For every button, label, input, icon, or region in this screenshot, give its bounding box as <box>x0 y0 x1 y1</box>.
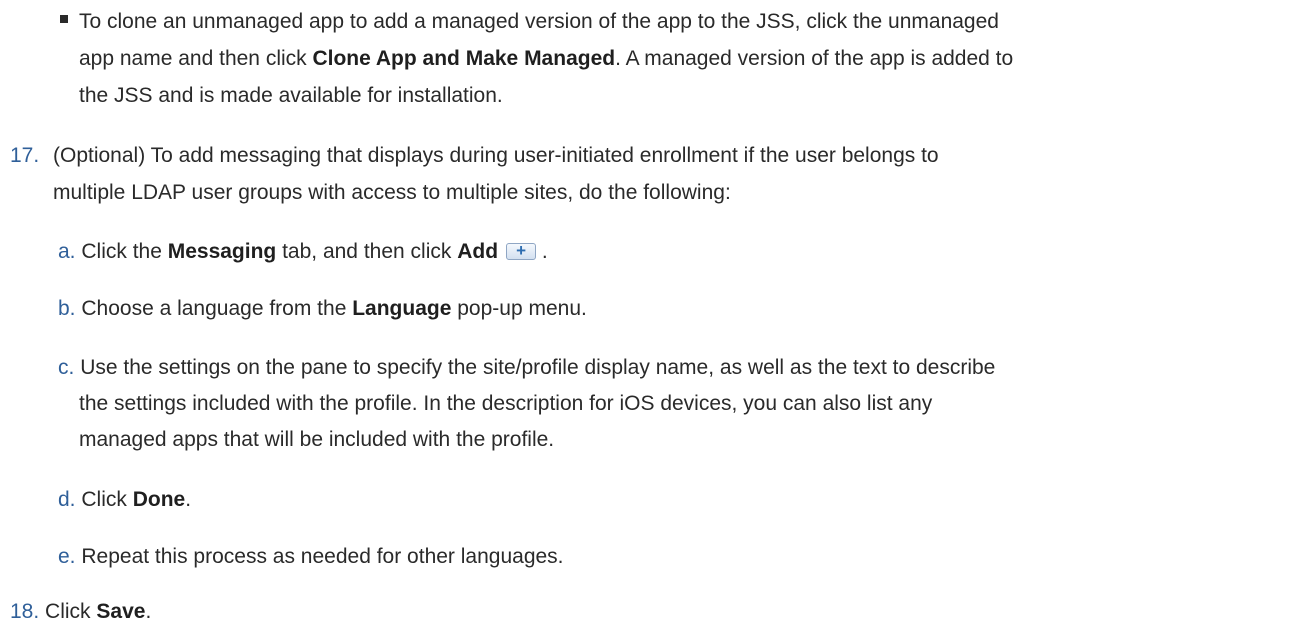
add-label: Add <box>457 240 499 263</box>
substep-letter-d: d. <box>58 488 76 511</box>
substep-c-line-1: c. Use the settings on the pane to speci… <box>58 356 996 379</box>
substep-d: d. Click Done. <box>58 488 192 511</box>
bullet-icon <box>60 15 68 23</box>
substep-c-line-3: managed apps that will be included with … <box>79 428 555 451</box>
bullet-line-3: the JSS and is made available for instal… <box>79 84 503 107</box>
step-number-18: 18. <box>10 600 40 623</box>
save-label: Save <box>96 600 146 623</box>
add-button-image: + <box>506 241 537 260</box>
substep-a: a. Click the Messaging tab, and then cli… <box>58 240 548 263</box>
substep-letter-b: b. <box>58 297 76 320</box>
clone-app-make-managed-label: Clone App and Make Managed <box>312 47 616 70</box>
substep-e: e. Repeat this process as needed for oth… <box>58 545 564 568</box>
done-label: Done <box>132 488 186 511</box>
substep-c-line-2: the settings included with the profile. … <box>79 392 933 415</box>
bullet-line-1: To clone an unmanaged app to add a manag… <box>79 10 999 33</box>
substep-b: b. Choose a language from the Language p… <box>58 297 587 320</box>
step-17-line-2: multiple LDAP user groups with access to… <box>53 181 731 204</box>
bullet-line-2: app name and then click Clone App and Ma… <box>79 47 1014 70</box>
substep-letter-c: c. <box>58 356 75 379</box>
step-18: 18. Click Save. <box>10 600 152 623</box>
substep-letter-e: e. <box>58 545 76 568</box>
plus-icon: + <box>516 241 526 260</box>
document-page: To clone an unmanaged app to add a manag… <box>0 0 1294 623</box>
language-menu-label: Language <box>352 297 452 320</box>
step-number-17: 17. <box>10 144 40 167</box>
step-17-line-1: 17. (Optional) To add messaging that dis… <box>10 144 939 167</box>
substep-letter-a: a. <box>58 240 76 263</box>
messaging-tab-label: Messaging <box>167 240 277 263</box>
